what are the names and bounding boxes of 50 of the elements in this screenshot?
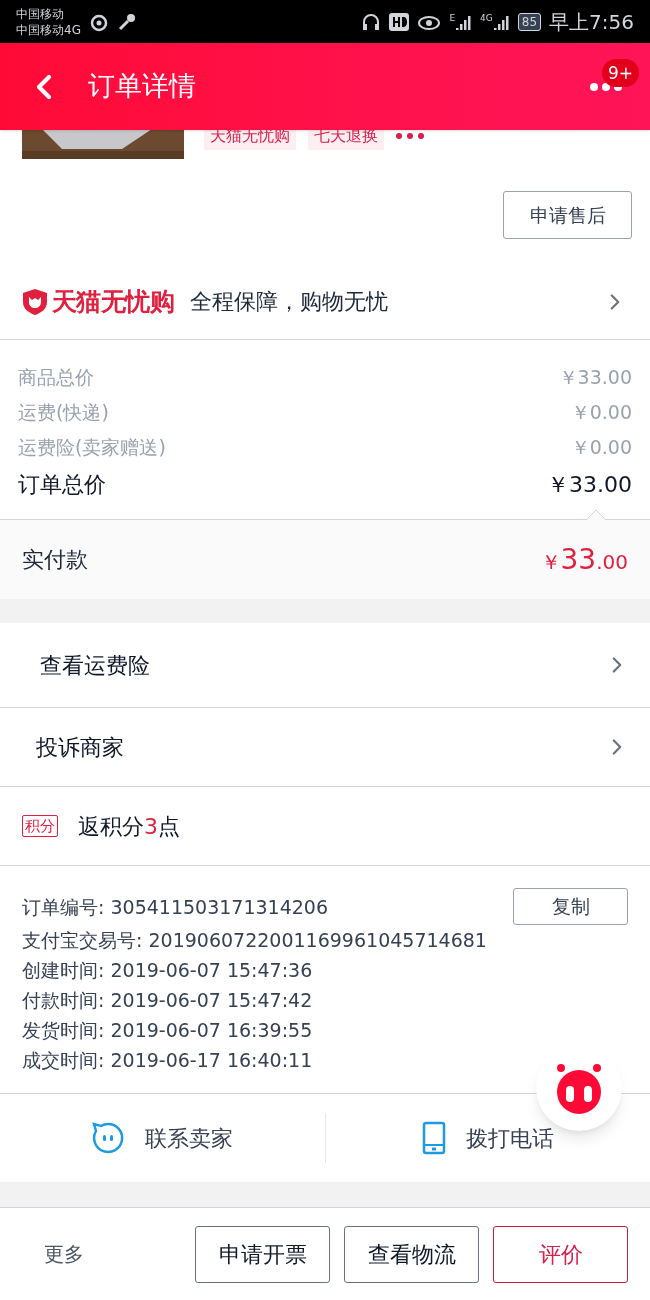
price-value: ￥0.00 [570, 400, 632, 425]
price-value: ￥33.00 [547, 471, 632, 499]
contact-seller-button[interactable]: 联系卖家 [0, 1094, 325, 1182]
hd-icon [389, 12, 410, 31]
notification-badge: 9+ [602, 58, 640, 87]
carrier-name: 中国移动4G [16, 21, 81, 38]
link-row[interactable]: 投诉商家 [0, 708, 650, 787]
order-info-line: 创建时间: 2019-06-07 15:47:36 [22, 958, 313, 983]
price-label: 商品总价 [18, 365, 94, 390]
order-info-line: 订单编号: 305411503171314206 [22, 894, 329, 920]
phone-icon [421, 1121, 446, 1155]
price-label: 订单总价 [18, 471, 106, 499]
clock: 早上7:56 [549, 8, 634, 36]
call-button[interactable]: 拨打电话 [325, 1094, 650, 1182]
paid-amount: ￥33.00 [540, 541, 628, 578]
points-badge: 积分 [22, 815, 58, 837]
shield-icon [22, 287, 48, 316]
link-row[interactable]: 查看运费险 [0, 623, 650, 708]
more-tags-icon[interactable] [396, 133, 424, 139]
action-button[interactable]: 申请开票 [195, 1225, 330, 1283]
link-label: 投诉商家 [36, 733, 124, 762]
signal-icon [456, 13, 473, 30]
more-link[interactable]: 更多 [44, 1239, 84, 1269]
price-value: ￥0.00 [570, 435, 632, 460]
order-info-line: 成交时间: 2019-06-17 16:40:11 [22, 1048, 313, 1073]
copy-button[interactable]: 复制 [513, 888, 628, 925]
guarantee-row[interactable]: 天猫无忧购 全程保障，购物无忧 [0, 264, 650, 340]
chat-bubble-icon [91, 1121, 126, 1155]
battery-icon: 85 [517, 12, 542, 31]
after-sale-button[interactable]: 申请售后 [503, 191, 632, 239]
network-label: 4G [480, 13, 493, 23]
order-info-line: 发货时间: 2019-06-07 16:39:55 [22, 1018, 313, 1043]
link-label: 查看运费险 [40, 651, 150, 680]
guarantee-text: 全程保障，购物无忧 [189, 288, 388, 316]
network-label: E [449, 13, 456, 23]
points-text: 返积分3点 [78, 812, 180, 841]
action-button[interactable]: 查看物流 [344, 1225, 479, 1283]
price-label: 运费(快递) [18, 400, 109, 425]
price-value: ￥33.00 [558, 365, 632, 390]
order-info-line: 付款时间: 2019-06-07 15:47:42 [22, 988, 313, 1013]
signal-icon [493, 13, 510, 30]
action-button[interactable]: 评价 [493, 1225, 628, 1283]
paid-label: 实付款 [22, 546, 88, 574]
guarantee-brand: 天猫无忧购 [52, 285, 174, 318]
page-title: 订单详情 [88, 69, 196, 104]
order-info-line: 支付宝交易号: 2019060722001169961045714681 [22, 928, 487, 953]
headphones-icon [361, 11, 382, 32]
carrier-name: 中国移动 [16, 5, 65, 22]
key-icon [116, 11, 137, 32]
price-label: 运费险(卖家赠送) [18, 435, 166, 460]
